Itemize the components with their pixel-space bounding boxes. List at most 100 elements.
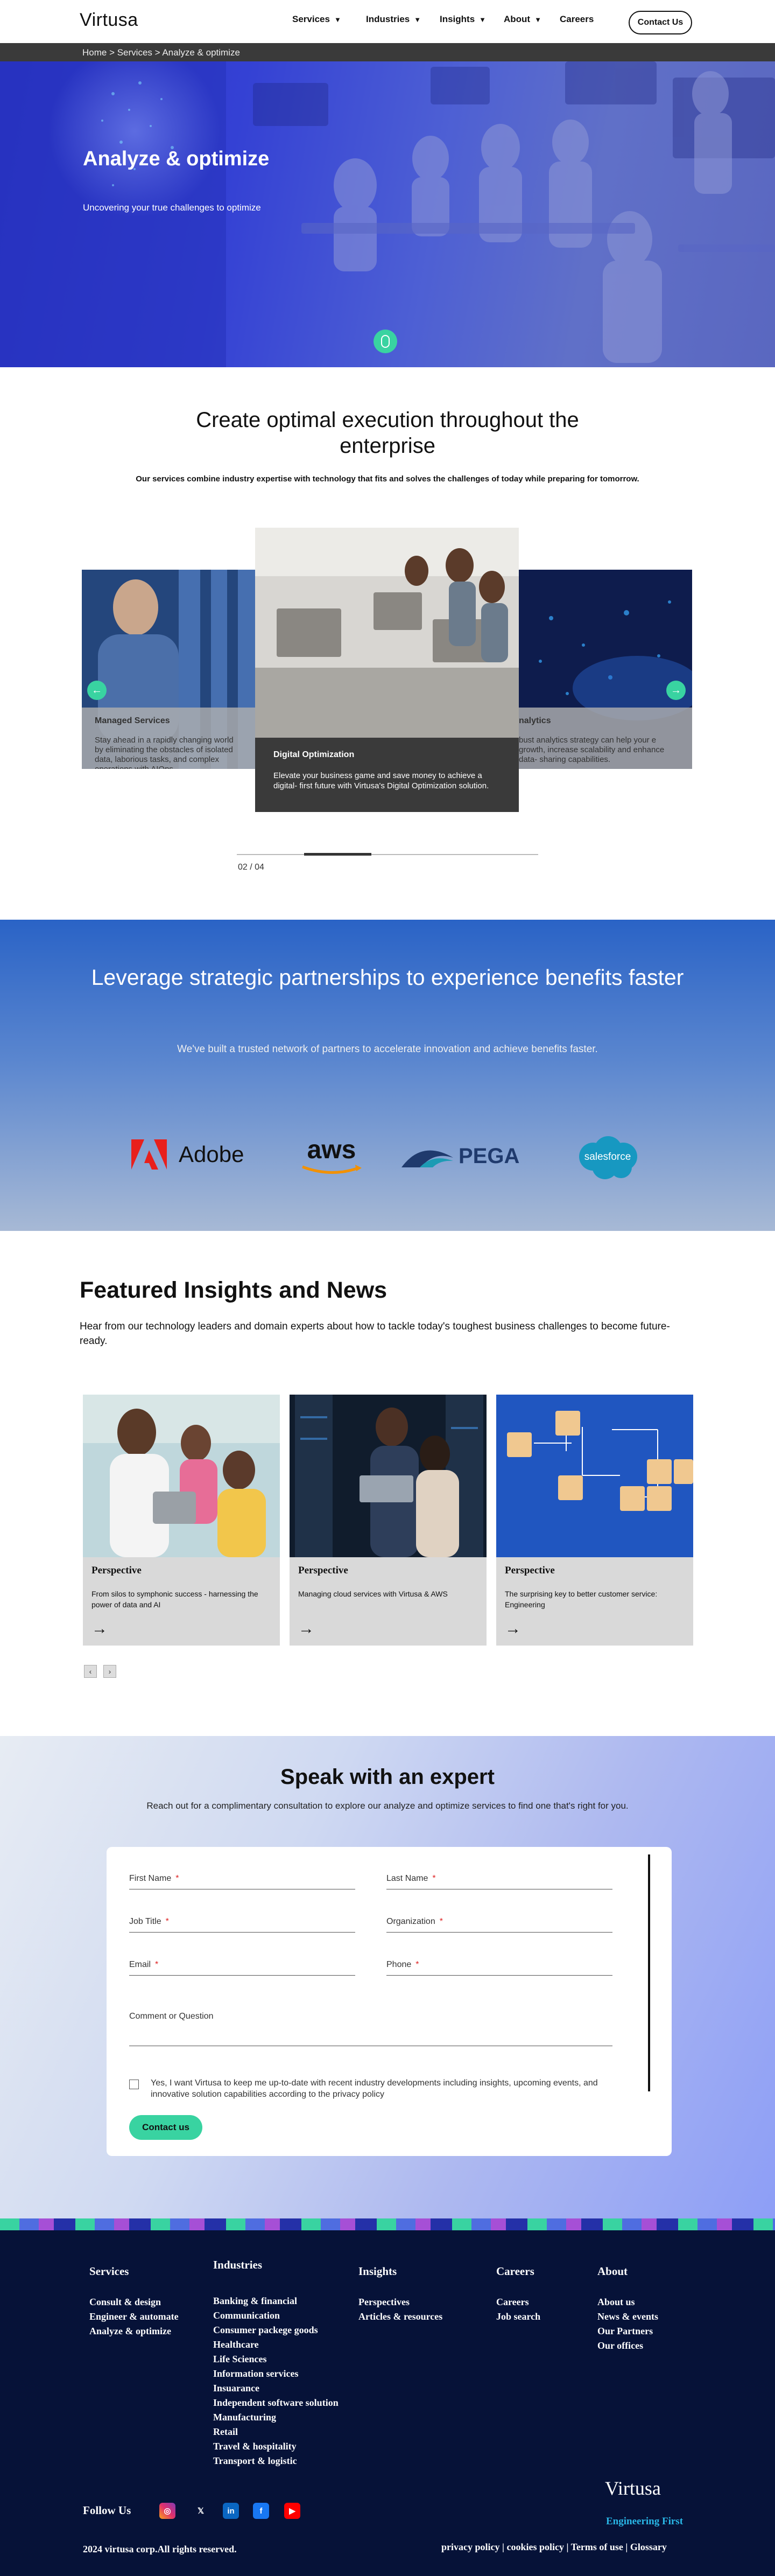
arrow-right-icon[interactable]: →	[298, 1620, 314, 1638]
footer-link[interactable]: Our offices	[597, 2339, 658, 2353]
footer-link[interactable]: Information services	[213, 2367, 339, 2381]
arrow-right-icon[interactable]: →	[91, 1620, 108, 1638]
digital-optimization-image	[255, 528, 519, 738]
footer-list-industries: Banking & financial Communication Consum…	[213, 2294, 339, 2468]
card-caption: Managed Services Stay ahead in a rapidly…	[82, 708, 255, 769]
insight-image-healthcare	[83, 1395, 280, 1557]
aws-smile-icon	[302, 1165, 362, 1174]
scroll-down-icon[interactable]	[374, 330, 397, 353]
footer-link[interactable]: Perspectives	[358, 2295, 442, 2309]
linkedin-icon[interactable]: in	[223, 2503, 239, 2519]
salesforce-wordmark: salesforce	[584, 1151, 631, 1163]
email-field[interactable]: Email *	[129, 1960, 355, 1976]
instagram-icon[interactable]: ◎	[159, 2503, 175, 2519]
footer-link[interactable]: News & events	[597, 2309, 658, 2324]
footer-link[interactable]: Communication	[213, 2308, 339, 2323]
organization-field[interactable]: Organization *	[386, 1917, 612, 1933]
field-label: Job Title	[129, 1917, 161, 1926]
caret-down-icon: ▼	[479, 15, 487, 24]
footer-link[interactable]: Consumer packege goods	[213, 2323, 339, 2337]
footer-link[interactable]: Our Partners	[597, 2324, 658, 2339]
job-title-field[interactable]: Job Title *	[129, 1917, 355, 1933]
insight-card[interactable]: Perspective From silos to symphonic succ…	[83, 1395, 280, 1646]
card-caption: nalytics bust analytics strategy can hel…	[519, 708, 692, 769]
required-mark: *	[432, 1874, 436, 1883]
adobe-icon	[131, 1139, 167, 1170]
contact-submit-button[interactable]: Contact us	[129, 2115, 202, 2140]
hero-banner: Analyze & optimize Uncovering your true …	[0, 61, 775, 367]
virtusa-logo[interactable]: Virtusa	[80, 10, 138, 31]
required-mark: *	[439, 1917, 443, 1926]
insight-card[interactable]: Perspective Managing cloud services with…	[290, 1395, 487, 1646]
service-card-analytics[interactable]: nalytics bust analytics strategy can hel…	[519, 570, 692, 769]
legal-links[interactable]: privacy policy | cookies policy | Terms …	[441, 2542, 667, 2553]
phone-field[interactable]: Phone *	[386, 1960, 612, 1976]
nav-industries[interactable]: Industries ▼	[366, 14, 421, 25]
footer-link[interactable]: Analyze & optimize	[89, 2324, 179, 2339]
first-name-field[interactable]: First Name *	[129, 1874, 355, 1889]
service-card-managed-services[interactable]: Managed Services Stay ahead in a rapidly…	[82, 570, 255, 769]
footer-link[interactable]: Careers	[496, 2295, 540, 2309]
card-text: Stay ahead in a rapidly changing world b…	[95, 736, 234, 769]
footer-link[interactable]: Travel & hospitality	[213, 2439, 339, 2454]
footer-link[interactable]: About us	[597, 2295, 658, 2309]
facebook-icon[interactable]: f	[253, 2503, 269, 2519]
card-title: Managed Services	[95, 716, 170, 725]
service-card-digital-optimization[interactable]: Digital Optimization Elevate your busine…	[255, 528, 519, 812]
footer-link[interactable]: Healthcare	[213, 2337, 339, 2352]
x-icon[interactable]: 𝕏	[193, 2503, 209, 2519]
form-scrollbar[interactable]	[648, 1854, 650, 2091]
nav-about[interactable]: About ▼	[504, 14, 541, 25]
footer-link[interactable]: Articles & resources	[358, 2309, 442, 2324]
footer-link[interactable]: Banking & financial	[213, 2294, 339, 2308]
nav-label: Careers	[560, 14, 594, 24]
contact-form: First Name * Last Name * Job Title * Organi…	[107, 1847, 672, 2156]
carousel-counter: 02 / 04	[238, 863, 264, 872]
comment-field[interactable]: Comment or Question	[129, 2012, 612, 2046]
carousel-prev-button[interactable]: ←	[87, 681, 107, 700]
carousel-next-button[interactable]: →	[666, 681, 686, 700]
footer-heading-about: About	[597, 2265, 628, 2278]
footer-link[interactable]: Retail	[213, 2425, 339, 2439]
footer-link[interactable]: Engineer & automate	[89, 2309, 179, 2324]
arrow-right-icon[interactable]: →	[505, 1620, 521, 1638]
footer-link[interactable]: Life Sciences	[213, 2352, 339, 2367]
footer-link[interactable]: Manufacturing	[213, 2410, 339, 2425]
insight-type: Perspective	[91, 1565, 142, 1576]
footer-heading-careers: Careers	[496, 2265, 534, 2278]
footer-link[interactable]: Insuarance	[213, 2381, 339, 2396]
caret-down-icon: ▼	[334, 15, 341, 24]
hero-background-image	[0, 61, 775, 367]
chevron-right-icon[interactable]: ›	[103, 1665, 116, 1678]
footer-list-insights: Perspectives Articles & resources	[358, 2295, 442, 2324]
salesforce-logo: salesforce	[573, 1134, 643, 1181]
partners-description: We've built a trusted network of partner…	[177, 1044, 598, 1055]
last-name-field[interactable]: Last Name *	[386, 1874, 612, 1889]
footer-heading-services: Services	[89, 2265, 129, 2278]
nav-careers[interactable]: Careers	[560, 14, 594, 25]
breadcrumb[interactable]: Home > Services > Analyze & optimize	[0, 43, 775, 61]
nav-label: Industries	[366, 14, 410, 24]
consent-checkbox[interactable]	[129, 2080, 139, 2089]
contact-us-button[interactable]: Contact Us	[629, 11, 692, 34]
nav-insights[interactable]: Insights ▼	[440, 14, 486, 25]
youtube-icon[interactable]: ▶	[284, 2503, 300, 2519]
pega-wordmark: PEGA	[459, 1144, 520, 1168]
footer-link[interactable]: Transport & logistic	[213, 2454, 339, 2468]
nav-services[interactable]: Services ▼	[292, 14, 341, 25]
required-mark: *	[165, 1917, 169, 1926]
footer: Services Consult & design Engineer & aut…	[0, 2230, 775, 2576]
insight-type: Perspective	[298, 1565, 348, 1576]
hero-subtitle: Uncovering your true challenges to optim…	[83, 202, 261, 213]
footer-link[interactable]: Consult & design	[89, 2295, 179, 2309]
expert-description: Reach out for a complimentary consultati…	[146, 1801, 629, 1811]
footer-logo[interactable]: Virtusa	[605, 2477, 661, 2500]
insight-text: The surprising key to better customer se…	[505, 1590, 658, 1609]
caret-down-icon: ▼	[414, 15, 421, 24]
insight-card[interactable]: Perspective The surprising key to better…	[496, 1395, 693, 1646]
partners-section: Leverage strategic partnerships to exper…	[0, 920, 775, 1231]
nav-label: Services	[292, 14, 330, 24]
chevron-left-icon[interactable]: ‹	[84, 1665, 97, 1678]
footer-link[interactable]: Job search	[496, 2309, 540, 2324]
footer-link[interactable]: Independent software solution	[213, 2396, 339, 2410]
